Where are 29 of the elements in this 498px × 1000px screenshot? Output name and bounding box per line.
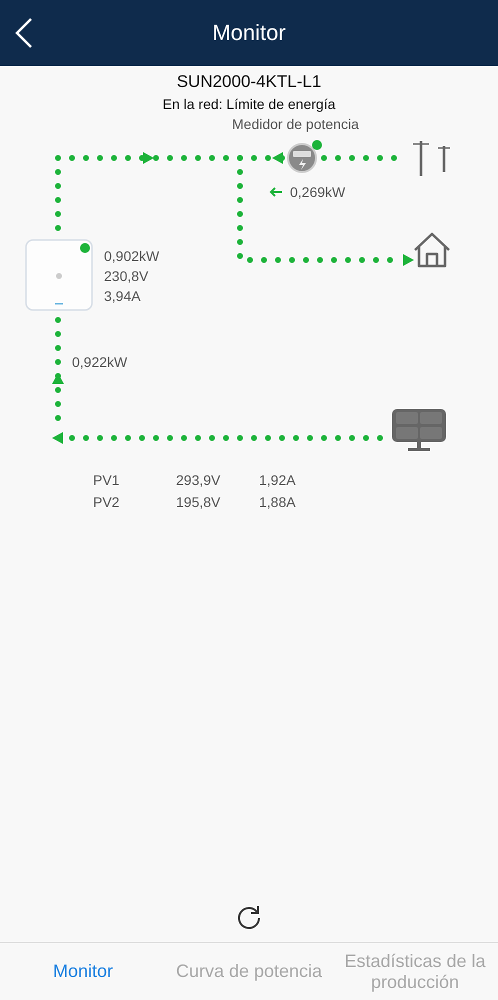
pv-current: 1,88A: [259, 494, 296, 511]
solar-panel-icon: [392, 409, 446, 451]
inverter-drawing: [25, 239, 93, 311]
pv-voltage: 293,9V: [176, 472, 220, 489]
inverter-reading: 3,94A: [104, 288, 141, 305]
pv-power: 0,922kW: [72, 354, 128, 371]
inverter-reading: 0,902kW: [104, 248, 160, 265]
power-meter-icon: [287, 143, 317, 173]
pv-voltage: 195,8V: [176, 494, 220, 511]
device-status: En la red: Límite de energía: [162, 96, 336, 112]
page-title: Monitor: [212, 20, 286, 46]
arrow-icon: [52, 432, 63, 444]
grid-power: 0,269kW: [290, 184, 346, 201]
arrow-icon: [269, 187, 283, 197]
power-pylons-icon: [413, 141, 450, 176]
arrow-icon: [52, 373, 64, 384]
pv-string-name: PV2: [93, 494, 120, 511]
arrow-icon: [403, 254, 414, 266]
tab[interactable]: Monitor: [0, 943, 166, 1000]
tab[interactable]: Estadísticas de la producción: [332, 943, 498, 1000]
device-name: SUN2000-4KTL-L1: [176, 72, 322, 92]
tab[interactable]: Curva de potencia: [166, 943, 332, 1000]
inverter-reading: 230,8V: [104, 268, 148, 285]
meter-label: Medidor de potencia: [232, 116, 359, 133]
arrow-icon: [143, 152, 154, 164]
house-icon: [414, 232, 450, 268]
pv-current: 1,92A: [259, 472, 296, 489]
arrow-icon: [272, 152, 283, 164]
pv-string-name: PV1: [93, 472, 120, 489]
